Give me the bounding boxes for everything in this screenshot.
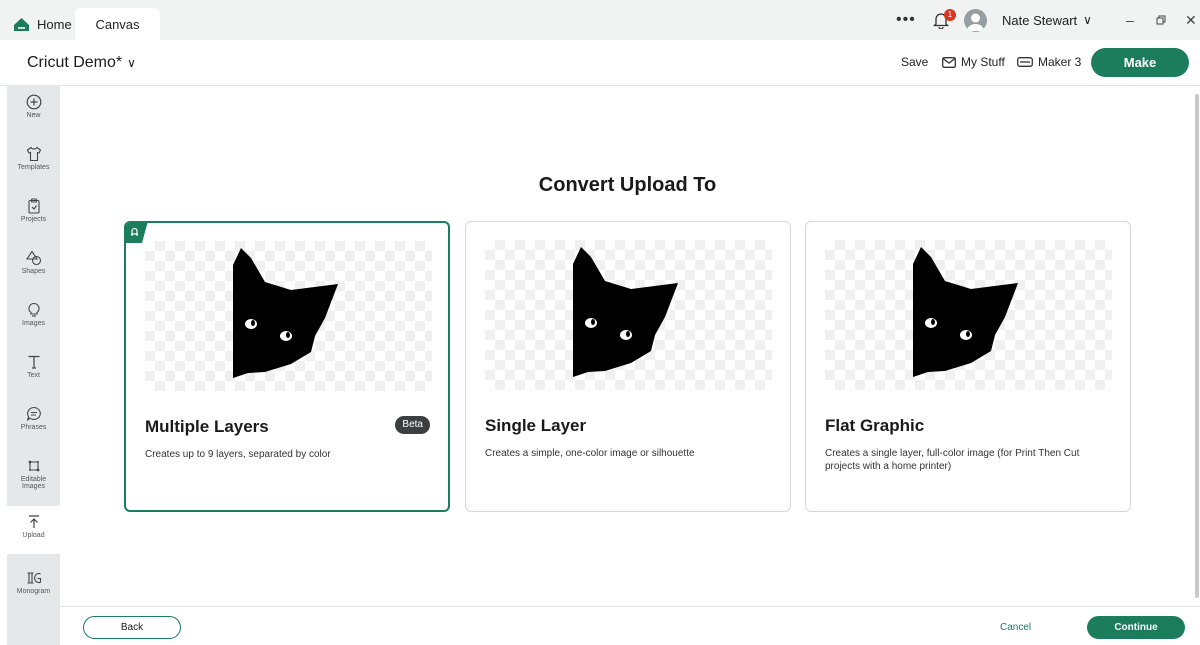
my-stuff-button[interactable]: My Stuff — [942, 55, 1005, 69]
option-multiple-layers[interactable]: Multiple Layers Beta Creates up to 9 lay… — [124, 221, 450, 512]
save-label: Save — [901, 55, 929, 69]
sidebar-item-label: Templates — [17, 164, 50, 171]
machine-label: Maker 3 — [1038, 55, 1082, 69]
vertical-scrollbar[interactable] — [1194, 86, 1200, 606]
sidebar-item-monogram[interactable]: Monogram — [7, 570, 60, 595]
chevron-down-icon: ∨ — [127, 56, 136, 70]
shapes-icon — [25, 250, 41, 266]
sidebar-item-shapes[interactable]: Shapes — [7, 250, 60, 275]
sidebar-item-editable-images[interactable]: Editable Images — [7, 458, 60, 490]
more-options-icon: ••• — [896, 11, 916, 28]
tab-canvas-label: Canvas — [95, 16, 140, 32]
left-sidebar: New Templates Projects Shapes Images Tex… — [7, 86, 60, 645]
sidebar-item-label: Upload — [22, 532, 45, 539]
minimize-button[interactable]: – — [1126, 0, 1134, 40]
user-name: Nate Stewart — [1002, 12, 1078, 28]
plus-circle-icon — [26, 94, 41, 110]
avatar-icon — [964, 8, 987, 32]
option-description: Creates up to 9 layers, separated by col… — [145, 449, 331, 460]
upload-icon — [28, 515, 39, 528]
more-options-button[interactable]: ••• — [896, 0, 916, 40]
sidebar-item-projects[interactable]: Projects — [7, 198, 60, 223]
mail-icon — [942, 56, 956, 68]
sidebar-item-phrases[interactable]: Phrases — [7, 406, 60, 431]
minimize-icon: – — [1126, 12, 1134, 28]
notifications-button[interactable]: 1 — [932, 0, 956, 40]
sidebar-item-label: Text — [27, 372, 40, 379]
cancel-label: Cancel — [1000, 622, 1032, 633]
cancel-button[interactable]: Cancel — [1000, 622, 1031, 633]
text-icon — [28, 355, 39, 369]
sidebar-item-label: Monogram — [16, 588, 51, 595]
sidebar-item-label: Editable — [20, 476, 47, 483]
home-icon — [14, 17, 29, 31]
tab-home[interactable]: Home — [14, 8, 72, 40]
sidebar-item-new[interactable]: New — [7, 94, 60, 119]
notification-badge: 1 — [944, 9, 956, 21]
continue-button[interactable]: Continue — [1087, 616, 1185, 639]
option-single-layer[interactable]: Single Layer Creates a simple, one-color… — [465, 221, 791, 512]
option-title: Multiple Layers — [145, 417, 269, 436]
sidebar-item-label: New — [26, 112, 41, 119]
sidebar-item-label: Images — [22, 320, 45, 327]
page-title: Convert Upload To — [538, 174, 717, 196]
restore-button[interactable] — [1156, 0, 1166, 40]
machine-icon — [1017, 57, 1033, 67]
sidebar-item-label: Shapes — [21, 268, 46, 275]
clipboard-icon — [27, 198, 40, 214]
scrollbar-thumb[interactable] — [1195, 94, 1199, 598]
sidebar-item-templates[interactable]: Templates — [7, 146, 60, 171]
continue-label: Continue — [1114, 622, 1158, 633]
machine-button[interactable]: Maker 3 — [1017, 55, 1081, 69]
tab-canvas[interactable]: Canvas — [75, 8, 160, 40]
option-description: Creates a single layer, full-color image… — [825, 448, 1080, 472]
user-menu[interactable]: Nate Stewart ∨ — [1002, 0, 1092, 40]
image-preview — [145, 241, 432, 391]
make-label: Make — [1123, 55, 1157, 70]
tab-home-label: Home — [37, 16, 72, 32]
sidebar-item-images[interactable]: Images — [7, 302, 60, 327]
back-button[interactable]: Back — [83, 616, 181, 639]
make-button[interactable]: Make — [1091, 48, 1189, 77]
image-preview — [825, 240, 1112, 390]
title-bar: Home Canvas ••• 1 Nate Stewart ∨ – ✕ — [0, 0, 1200, 40]
option-flat-graphic[interactable]: Flat Graphic Creates a single layer, ful… — [805, 221, 1131, 512]
monogram-icon — [27, 572, 41, 584]
sidebar-item-label: Images — [22, 483, 45, 490]
save-button[interactable]: Save — [901, 55, 928, 69]
back-label: Back — [120, 622, 144, 633]
cat-image-icon — [913, 247, 1018, 377]
close-button[interactable]: ✕ — [1185, 0, 1197, 40]
image-preview — [485, 240, 772, 390]
cat-image-icon — [233, 248, 338, 378]
shirt-icon — [26, 146, 41, 162]
sidebar-item-label: Phrases — [20, 424, 47, 431]
chevron-down-icon: ∨ — [1083, 13, 1092, 27]
sidebar-item-upload[interactable]: Upload — [7, 506, 60, 554]
avatar[interactable] — [964, 0, 987, 40]
option-title: Single Layer — [485, 416, 587, 435]
option-description: Creates a simple, one-color image or sil… — [485, 448, 695, 459]
cat-image-icon — [573, 247, 678, 377]
lightbulb-icon — [28, 302, 39, 317]
project-header: Cricut Demo* ∨ Save My Stuff Maker 3 Mak… — [0, 40, 1200, 86]
editable-images-icon — [28, 460, 39, 472]
my-stuff-label: My Stuff — [961, 55, 1005, 69]
project-title-menu[interactable]: Cricut Demo* ∨ — [27, 54, 136, 72]
beta-badge: Beta — [395, 416, 430, 434]
option-title: Flat Graphic — [825, 416, 925, 435]
project-title: Cricut Demo* — [27, 54, 123, 71]
selected-corner-icon — [126, 223, 148, 243]
close-icon: ✕ — [1185, 11, 1197, 28]
sidebar-item-text[interactable]: Text — [7, 354, 60, 379]
speech-bubble-icon — [26, 406, 41, 421]
sidebar-item-label: Projects — [20, 216, 47, 223]
restore-icon — [1156, 15, 1166, 25]
